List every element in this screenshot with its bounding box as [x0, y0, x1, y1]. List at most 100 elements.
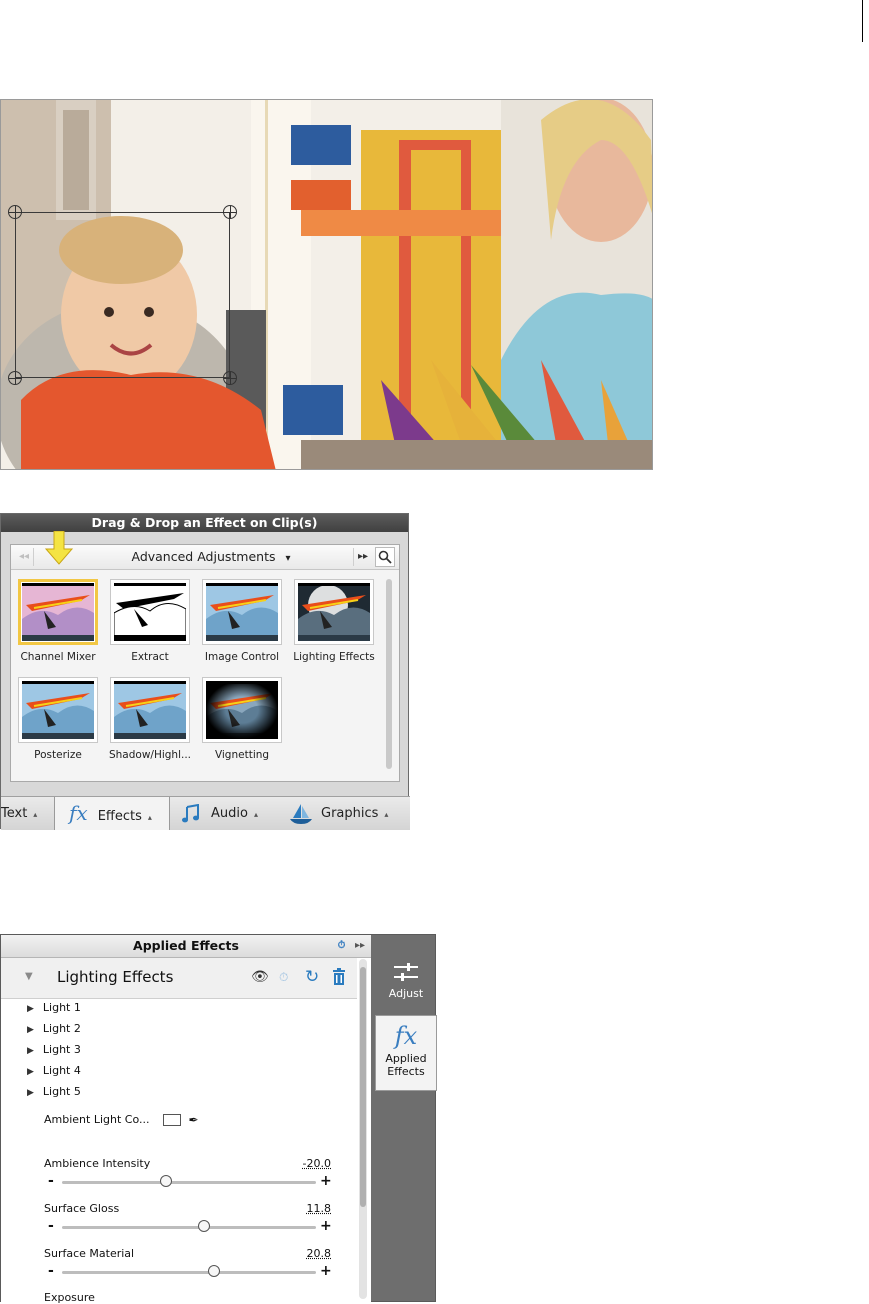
effect-tile[interactable]: Posterize	[15, 677, 101, 761]
effect-tile-label: Shadow/Highl...	[107, 749, 193, 761]
drag-arrow-down-icon	[45, 531, 73, 565]
video-preview[interactable]	[0, 99, 653, 470]
effect-tile-label: Extract	[107, 651, 193, 663]
effects-panel: Drag & Drop an Effect on Clip(s) ◂◂ Adva…	[0, 513, 409, 829]
slider-track[interactable]	[62, 1226, 316, 1229]
exposure-label: Exposure	[44, 1291, 95, 1304]
tab-audio[interactable]: Audio ▴	[181, 797, 281, 830]
light-label: Light 3	[43, 1043, 81, 1056]
effect-tile[interactable]: Image Control	[199, 579, 285, 663]
adjust-button[interactable]: Adjust	[375, 955, 437, 1011]
decrease-button[interactable]: -	[48, 1218, 54, 1234]
slider-value[interactable]: -20.0	[261, 1157, 331, 1170]
light-row[interactable]: ▶ Light 1	[27, 999, 81, 1017]
effect-thumbnail	[110, 579, 190, 645]
effect-thumbnail	[18, 677, 98, 743]
expand-triangle-icon[interactable]: ▶	[27, 1063, 34, 1081]
slider-track[interactable]	[62, 1181, 316, 1184]
light-label: Light 2	[43, 1022, 81, 1035]
page-edge-bar	[862, 0, 863, 42]
collapse-triangle-icon[interactable]: ▼	[25, 971, 33, 982]
applied-effects-header: Applied Effects ⏱ ▸▸	[1, 935, 371, 958]
search-button[interactable]	[375, 547, 395, 567]
light-row[interactable]: ▶ Light 3	[27, 1041, 81, 1059]
chevron-down-icon: ▾	[285, 553, 290, 564]
effect-name: Lighting Effects	[57, 968, 173, 986]
ambient-color-swatch[interactable]	[163, 1114, 181, 1126]
scrollbar-thumb[interactable]	[360, 967, 366, 1207]
fx-applied-icon: fx	[376, 1022, 436, 1050]
applied-effects-side-button[interactable]: fx Applied Effects	[375, 1015, 437, 1091]
adjust-label: Adjust	[389, 987, 423, 1000]
effect-tile[interactable]: Lighting Effects	[291, 579, 377, 663]
light-label: Light 1	[43, 1001, 81, 1014]
slider-knob[interactable]	[198, 1220, 210, 1232]
eye-visibility-icon[interactable]: 👁	[251, 967, 269, 987]
slider-knob[interactable]	[160, 1175, 172, 1187]
sailboat-icon	[289, 803, 313, 825]
applied-effects-scrollbar[interactable]	[359, 959, 367, 1299]
slider-control[interactable]: - +	[44, 1174, 334, 1190]
effects-scrollbar[interactable]	[386, 579, 392, 769]
keyframe-stopwatch-icon[interactable]: ⏱	[279, 967, 288, 987]
slider-knob[interactable]	[208, 1265, 220, 1277]
expand-triangle-icon[interactable]: ▶	[27, 1021, 34, 1039]
light-row[interactable]: ▶ Light 2	[27, 1020, 81, 1038]
panel-menu-icon[interactable]: ▸▸	[355, 940, 365, 951]
category-dropdown[interactable]: Advanced Adjustments ▾	[91, 545, 331, 569]
tab-effects[interactable]: fx Effects ▴	[54, 797, 170, 830]
slider-label: Surface Material	[44, 1247, 134, 1260]
slider-control[interactable]: - +	[44, 1219, 334, 1235]
light-row[interactable]: ▶ Light 5	[27, 1083, 81, 1101]
effect-header-lighting-effects[interactable]: ▼ Lighting Effects 👁 ⏱ ↻	[1, 958, 357, 999]
sliders-adjust-icon	[393, 961, 419, 983]
applied-label-line-1: Applied	[376, 1052, 436, 1065]
effect-tile[interactable]: Channel Mixer	[15, 579, 101, 663]
fx-icon: fx	[69, 801, 88, 825]
decrease-button[interactable]: -	[48, 1173, 54, 1189]
applied-effects-content: Applied Effects ⏱ ▸▸ ▼ Lighting Effects …	[1, 935, 371, 1303]
expand-triangle-icon[interactable]: ▶	[27, 1000, 34, 1018]
effect-tile-label: Image Control	[199, 651, 285, 663]
tab-text-label: Text	[1, 806, 27, 821]
applied-label-line-2: Effects	[376, 1065, 436, 1078]
expand-triangle-icon[interactable]: ▶	[27, 1042, 34, 1060]
tab-text-caret-icon: ▴	[33, 810, 37, 819]
crop-handle-bottom-right[interactable]	[223, 371, 237, 385]
trash-icon[interactable]	[332, 968, 346, 986]
effect-tile[interactable]: Shadow/Highl...	[107, 677, 193, 761]
slider-label: Surface Gloss	[44, 1202, 119, 1215]
next-category-button[interactable]: ▸▸	[353, 548, 372, 566]
effect-tile-label: Vignetting	[199, 749, 285, 761]
ambient-light-label: Ambient Light Co...	[44, 1113, 149, 1126]
tab-graphics[interactable]: Graphics ▴	[289, 797, 409, 830]
tab-text[interactable]: Text ▴	[1, 797, 53, 830]
ambient-light-color-row: Ambient Light Co... ✒	[44, 1113, 199, 1127]
reset-icon[interactable]: ↻	[305, 967, 319, 987]
crop-selection-box[interactable]	[15, 212, 230, 378]
tab-effects-caret-icon: ▴	[148, 813, 152, 822]
effect-tile[interactable]: Extract	[107, 579, 193, 663]
crop-handle-top-left[interactable]	[8, 205, 22, 219]
slider-track[interactable]	[62, 1271, 316, 1274]
eyedropper-icon[interactable]: ✒	[188, 1113, 198, 1127]
expand-triangle-icon[interactable]: ▶	[27, 1084, 34, 1102]
stopwatch-icon[interactable]: ⏱	[338, 940, 346, 951]
effect-tile[interactable]: Vignetting	[199, 677, 285, 761]
tab-audio-caret-icon: ▴	[254, 810, 258, 819]
previous-category-button[interactable]: ◂◂	[15, 548, 34, 566]
panel-tab-bar: Text ▴ fx Effects ▴ Audio ▴ Graphics ▴	[1, 796, 410, 830]
crop-handle-bottom-left[interactable]	[8, 371, 22, 385]
crop-handle-top-right[interactable]	[223, 205, 237, 219]
increase-button[interactable]: +	[320, 1218, 332, 1234]
slider-value[interactable]: 11.8	[261, 1202, 331, 1215]
panel-options[interactable]: ⏱ ▸▸	[338, 935, 365, 957]
slider-control[interactable]: - +	[44, 1264, 334, 1280]
increase-button[interactable]: +	[320, 1173, 332, 1189]
effect-thumbnail	[202, 677, 282, 743]
light-row[interactable]: ▶ Light 4	[27, 1062, 81, 1080]
increase-button[interactable]: +	[320, 1263, 332, 1279]
effect-tile-label: Posterize	[15, 749, 101, 761]
slider-value[interactable]: 20.8	[261, 1247, 331, 1260]
decrease-button[interactable]: -	[48, 1263, 54, 1279]
